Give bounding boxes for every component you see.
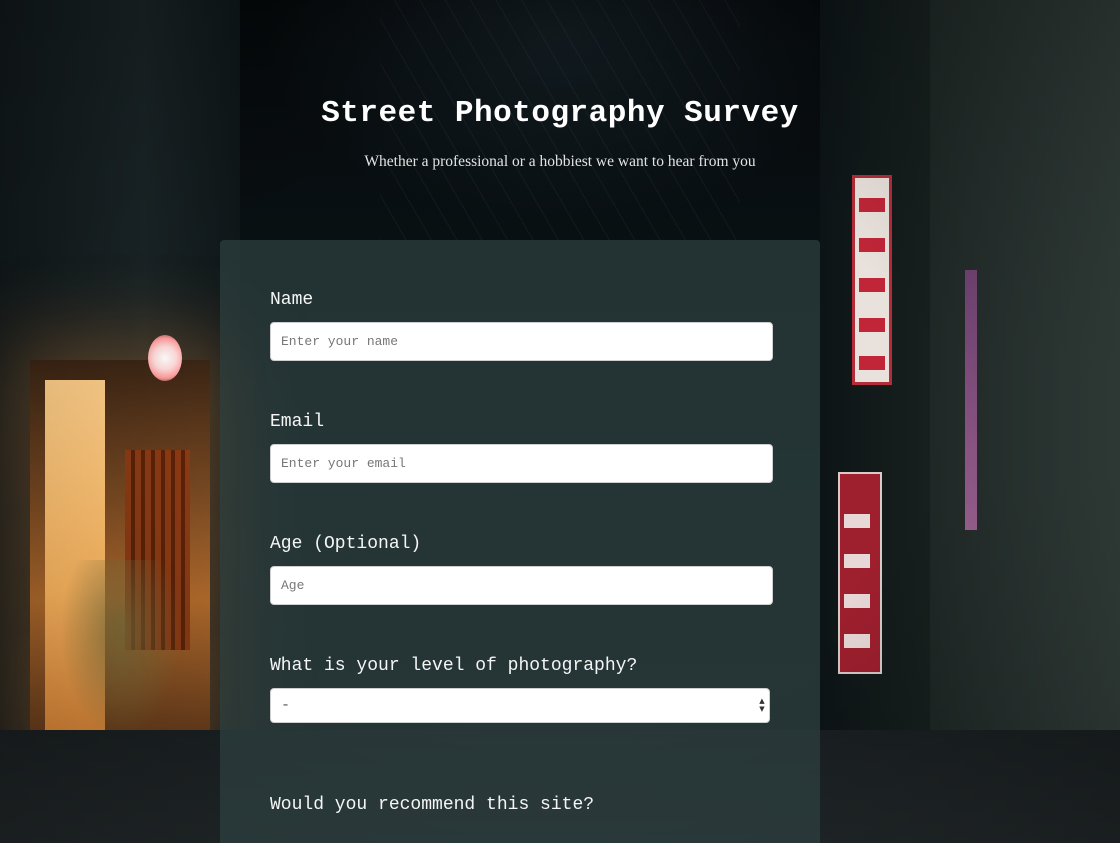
email-label: Email: [270, 412, 325, 432]
age-label: Age (Optional): [270, 534, 422, 554]
page-subtitle: Whether a professional or a hobbiest we …: [364, 153, 756, 170]
level-select[interactable]: - ▲ ▼: [270, 688, 770, 723]
level-field-group: What is your level of photography? - ▲ ▼: [270, 654, 772, 723]
up-down-chevrons-icon: ▲ ▼: [759, 697, 765, 713]
email-input[interactable]: [270, 444, 773, 483]
page-title: Street Photography Survey: [321, 96, 799, 131]
age-field-group: Age (Optional): [270, 532, 773, 605]
survey-form: Name Email Age (Optional) What is your l…: [220, 240, 820, 843]
page-header: Street Photography Survey Whether a prof…: [0, 96, 1120, 171]
age-input[interactable]: [270, 566, 773, 605]
level-select-value[interactable]: -: [270, 688, 770, 723]
recommend-field-group: Would you recommend this site?: [270, 793, 772, 817]
email-field-group: Email: [270, 410, 773, 483]
recommend-label: Would you recommend this site?: [270, 795, 595, 815]
name-label: Name: [270, 290, 314, 310]
name-input[interactable]: [270, 322, 773, 361]
level-label: What is your level of photography?: [270, 656, 638, 676]
name-field-group: Name: [270, 288, 773, 361]
